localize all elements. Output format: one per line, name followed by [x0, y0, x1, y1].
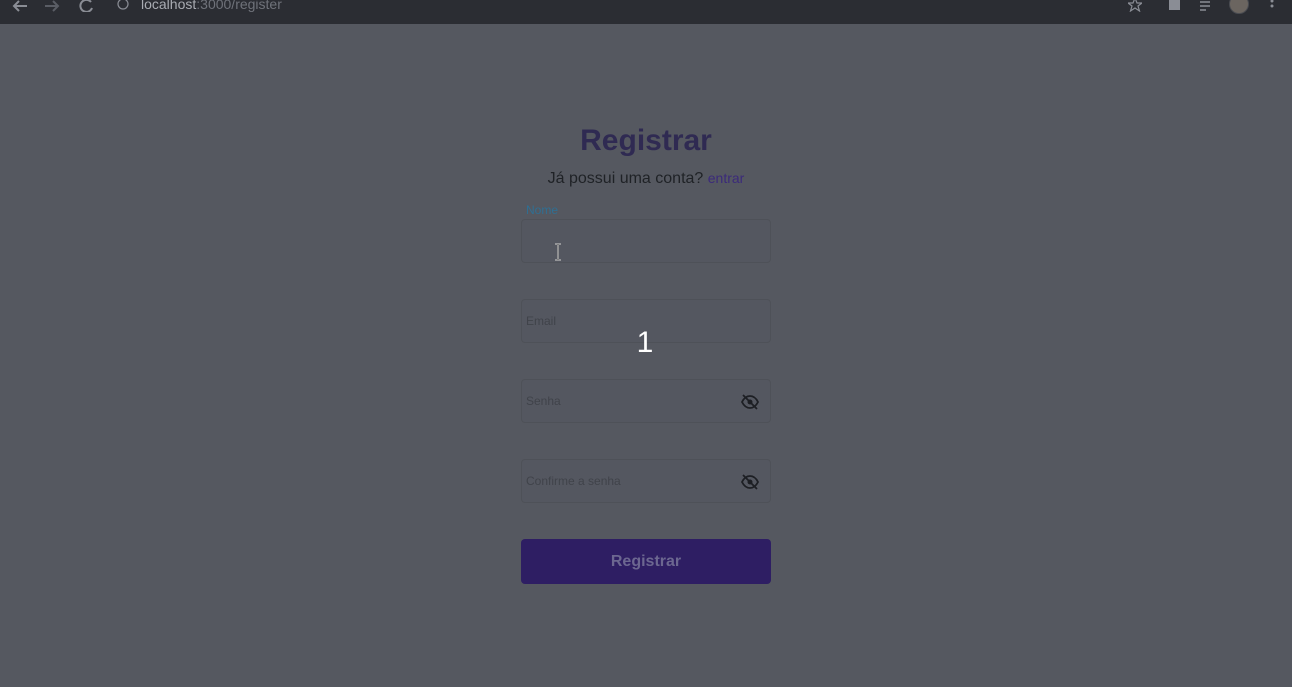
back-icon[interactable] — [10, 0, 30, 12]
text-cursor-icon — [552, 243, 564, 261]
login-link[interactable]: entrar — [708, 170, 745, 186]
password-input[interactable]: Senha — [521, 379, 771, 423]
info-icon[interactable] — [116, 0, 130, 12]
address-bar[interactable]: localhost:3000/register — [141, 0, 282, 12]
login-prompt: Já possui uma conta? entrar — [0, 170, 1292, 188]
forward-icon[interactable] — [42, 0, 62, 12]
reload-icon[interactable] — [76, 0, 96, 12]
confirm-password-input[interactable]: Confirme a senha — [521, 459, 771, 503]
register-button[interactable]: Registrar — [521, 539, 771, 584]
password-placeholder: Senha — [526, 394, 561, 408]
confirm-password-placeholder: Confirme a senha — [526, 474, 621, 488]
name-field-label: Nome — [526, 203, 559, 217]
email-placeholder: Email — [526, 314, 557, 328]
page-title: Registrar — [580, 124, 712, 157]
step-number: 1 — [636, 326, 654, 359]
browser-toolbar: localhost:3000/register — [0, 0, 1292, 24]
url-path: :3000/register — [196, 0, 282, 12]
eye-off-icon[interactable] — [740, 392, 760, 412]
url-host: localhost — [141, 0, 197, 12]
media-queue-icon[interactable] — [1197, 0, 1215, 12]
login-prompt-text: Já possui uma conta? — [547, 170, 704, 187]
bookmark-star-icon[interactable] — [1126, 0, 1144, 12]
profile-avatar[interactable] — [1229, 0, 1249, 14]
extensions-puzzle-icon[interactable] — [1166, 0, 1184, 12]
eye-off-icon[interactable] — [740, 472, 760, 492]
menu-kebab-icon[interactable] — [1264, 0, 1280, 12]
